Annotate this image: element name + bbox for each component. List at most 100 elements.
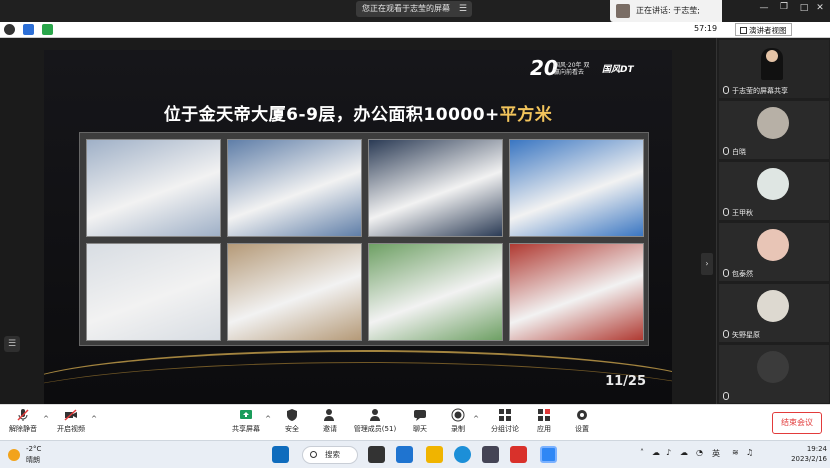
participant-name: 包泰然 bbox=[723, 269, 753, 279]
store-icon[interactable] bbox=[396, 446, 413, 463]
taskbar-search[interactable]: 搜索 bbox=[302, 446, 358, 464]
system-tray: ˄ ☁ ♪ ☁ ◔ 英 ≋ ♫ bbox=[640, 448, 760, 462]
slide-logo: 20 国风·20年 双赢向前看去 国风DT bbox=[530, 56, 660, 82]
share-label: 共享屏幕 bbox=[232, 425, 260, 433]
chevron-up-icon[interactable]: ˄ bbox=[640, 448, 644, 457]
add-user-icon bbox=[324, 409, 334, 421]
participant-tile[interactable]: 包泰然 bbox=[719, 223, 829, 281]
chat-button[interactable]: 聊天 bbox=[408, 408, 432, 434]
logo-subtitle: 国风·20年 双赢向前看去 bbox=[554, 62, 590, 76]
slide-photo bbox=[227, 243, 362, 341]
minimize-icon[interactable]: — bbox=[756, 3, 772, 13]
app-icon[interactable] bbox=[482, 446, 499, 463]
onedrive-icon[interactable]: ☁ bbox=[680, 448, 688, 457]
participant-name: 王甲秋 bbox=[723, 208, 753, 218]
restore-icon[interactable]: ❐ bbox=[776, 2, 792, 12]
avatar bbox=[757, 107, 789, 139]
apps-icon bbox=[538, 409, 550, 421]
cloud-icon[interactable]: ☁ bbox=[652, 448, 660, 457]
mic-icon bbox=[723, 86, 729, 94]
share-banner[interactable]: 您正在观看于志莹的屏幕 ☰ bbox=[356, 1, 472, 17]
participant-tile[interactable]: 于志莹的屏幕共享 bbox=[719, 40, 829, 98]
slide-title-part3: 平方米 bbox=[499, 105, 553, 125]
folder-icon[interactable] bbox=[426, 446, 443, 463]
view-switch-button[interactable]: 演讲者视图 bbox=[735, 23, 792, 36]
participant-tile[interactable]: 白晓 bbox=[719, 101, 829, 159]
view-label: 演讲者视图 bbox=[749, 26, 787, 35]
participant-name: 矢野星原 bbox=[723, 330, 760, 340]
wifi-icon[interactable]: ≋ bbox=[732, 448, 739, 457]
participant-tile[interactable] bbox=[719, 345, 829, 403]
slide-photo bbox=[509, 243, 644, 341]
weather-text: 晴朗 bbox=[26, 456, 40, 464]
share-screen-icon bbox=[240, 410, 252, 419]
settings-button[interactable]: 设置 bbox=[570, 408, 594, 434]
signal-icon[interactable] bbox=[42, 24, 53, 35]
menu-icon[interactable]: ☰ bbox=[459, 1, 467, 17]
chevron-up-icon[interactable]: ^ bbox=[265, 415, 271, 423]
manage-members-label: 管理成员(51) bbox=[353, 425, 397, 433]
presentation-slide: 20 国风·20年 双赢向前看去 国风DT 位于金天帝大厦6-9层，办公面积10… bbox=[44, 50, 672, 404]
apps-button[interactable]: 应用 bbox=[532, 408, 556, 434]
meeting-timer: 57:19 bbox=[694, 24, 718, 33]
participant-tile[interactable]: 王甲秋 bbox=[719, 162, 829, 220]
top-bar: 您正在观看于志莹的屏幕 ☰ 正在讲话: 于志莹; — ❐ □ ✕ bbox=[0, 0, 830, 22]
breakout-button[interactable]: 分组讨论 bbox=[488, 408, 522, 434]
edge-icon[interactable] bbox=[454, 446, 471, 463]
task-view-icon[interactable] bbox=[368, 446, 385, 463]
slide-photo bbox=[368, 139, 503, 237]
mic-icon bbox=[723, 330, 729, 338]
collapse-panel-icon[interactable]: › bbox=[701, 253, 713, 275]
end-meeting-button[interactable]: 结束会议 bbox=[772, 412, 822, 434]
weather-icon bbox=[8, 449, 20, 461]
chevron-up-icon[interactable]: ^ bbox=[91, 415, 97, 423]
participant-name bbox=[723, 392, 732, 401]
mic-icon bbox=[723, 208, 729, 216]
slide-photo bbox=[368, 243, 503, 341]
chevron-up-icon[interactable]: ^ bbox=[43, 415, 49, 423]
unmute-button[interactable]: 解除静音 ^ bbox=[6, 408, 49, 434]
mic-icon[interactable]: ♪ bbox=[666, 448, 671, 457]
chat-icon bbox=[414, 410, 426, 421]
maximize-icon[interactable]: □ bbox=[796, 3, 812, 13]
temperature: -2°C bbox=[26, 445, 42, 453]
slide-photo bbox=[86, 139, 221, 237]
weather-widget[interactable]: -2°C 晴朗 bbox=[6, 444, 66, 466]
participant-tile[interactable]: 矢野星原 bbox=[719, 284, 829, 342]
ime-label[interactable]: 英 bbox=[712, 448, 720, 459]
close-icon[interactable]: ✕ bbox=[812, 3, 828, 13]
record-button[interactable]: 录制 ^ bbox=[446, 408, 479, 434]
photo-grid bbox=[79, 132, 649, 346]
mic-icon bbox=[723, 392, 729, 400]
meeting-app-icon[interactable] bbox=[540, 446, 557, 463]
share-screen-button[interactable]: 共享屏幕 ^ bbox=[230, 408, 271, 434]
unmute-label: 解除静音 bbox=[9, 425, 37, 433]
settings-label: 设置 bbox=[575, 425, 589, 433]
manage-members-button[interactable]: 管理成员(51) bbox=[352, 408, 398, 434]
clock-date: 2023/2/16 bbox=[791, 455, 827, 463]
volume-icon[interactable]: ♫ bbox=[746, 448, 753, 457]
presenter-face bbox=[766, 50, 778, 62]
participant-name-text: 包泰然 bbox=[732, 270, 753, 278]
wps-icon[interactable] bbox=[510, 446, 527, 463]
chevron-up-icon[interactable]: ^ bbox=[473, 415, 479, 423]
participant-panel: 于志莹的屏幕共享 白晓王甲秋包泰然矢野星原 bbox=[716, 38, 830, 404]
apps-label: 应用 bbox=[537, 425, 551, 433]
security-button[interactable]: 安全 bbox=[280, 408, 304, 434]
start-icon[interactable] bbox=[272, 446, 289, 463]
speaker-text: 正在讲话: 于志莹; bbox=[636, 6, 700, 15]
start-video-button[interactable]: 开启视频 ^ bbox=[54, 408, 97, 434]
info-icon[interactable] bbox=[4, 24, 15, 35]
invite-button[interactable]: 邀请 bbox=[318, 408, 342, 434]
list-icon[interactable]: ☰ bbox=[4, 336, 20, 352]
control-bar: 解除静音 ^ 开启视频 ^ 共享屏幕 ^ 安全 邀请 管理成员(51) 聊天 录… bbox=[0, 404, 830, 440]
chat-label: 聊天 bbox=[413, 425, 427, 433]
slide-title: 位于金天帝大厦6-9层，办公面积10000+平方米 bbox=[44, 100, 672, 125]
camera-off-icon bbox=[64, 409, 77, 421]
slide-title-part2: 10000+ bbox=[423, 105, 500, 125]
bell-icon[interactable]: ◔ bbox=[696, 448, 703, 457]
mic-icon bbox=[723, 147, 729, 155]
shield-icon[interactable] bbox=[23, 24, 34, 35]
avatar bbox=[757, 229, 789, 261]
clock[interactable]: 19:24 2023/2/16 bbox=[783, 444, 827, 464]
